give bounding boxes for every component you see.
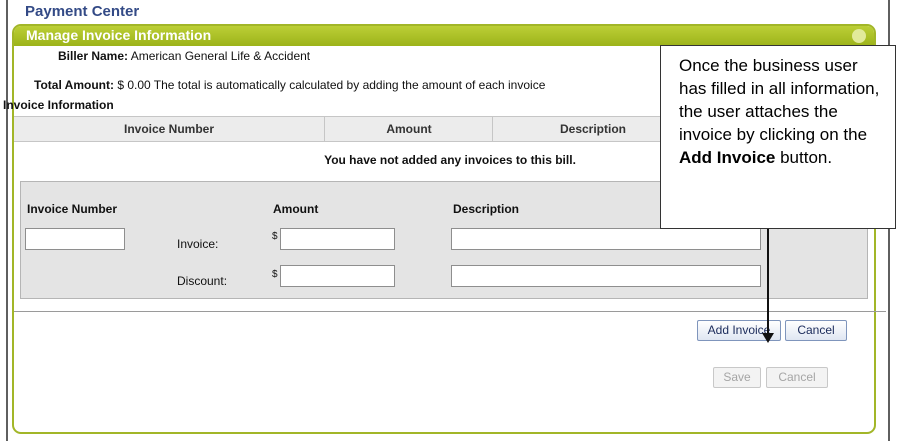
invoice-amount-currency: $ bbox=[272, 231, 278, 242]
panel-header: Manage Invoice Information bbox=[14, 26, 874, 46]
save-button[interactable]: Save bbox=[713, 367, 761, 388]
column-header-amount: Amount bbox=[324, 117, 493, 141]
left-border-rule bbox=[6, 0, 8, 441]
callout-text-start: Once the business user has filled in all… bbox=[679, 56, 880, 144]
discount-amount-input[interactable] bbox=[280, 265, 395, 287]
callout-text-end: button. bbox=[775, 148, 833, 167]
panel-title: Manage Invoice Information bbox=[26, 27, 212, 43]
biller-name-line: Biller Name: American General Life & Acc… bbox=[58, 49, 310, 63]
panel-collapse-icon[interactable] bbox=[852, 29, 866, 43]
instruction-callout: Once the business user has filled in all… bbox=[660, 45, 896, 229]
biller-name-label: Biller Name: bbox=[58, 49, 129, 63]
column-header-invoice-number: Invoice Number bbox=[123, 122, 215, 136]
description-label: Description bbox=[453, 202, 520, 216]
form-divider bbox=[14, 311, 886, 312]
invoice-number-input[interactable] bbox=[25, 228, 125, 250]
amount-label: Amount bbox=[273, 202, 319, 216]
cancel-invoice-button[interactable]: Cancel bbox=[785, 320, 847, 341]
page-title: Payment Center bbox=[25, 3, 140, 20]
discount-amount-currency: $ bbox=[272, 269, 278, 280]
invoice-number-label: Invoice Number bbox=[27, 202, 118, 216]
biller-name-value: American General Life & Accident bbox=[128, 49, 311, 63]
discount-row-label: Discount: bbox=[177, 274, 228, 288]
discount-description-input[interactable] bbox=[451, 265, 761, 287]
invoice-row-label: Invoice: bbox=[177, 237, 219, 251]
invoice-information-label: Invoice Information bbox=[3, 98, 114, 112]
total-amount-line: Total Amount: $ 0.00 The total is automa… bbox=[34, 78, 545, 92]
total-amount-label: Total Amount: bbox=[34, 78, 114, 92]
invoice-description-input[interactable] bbox=[451, 228, 761, 250]
cancel-bill-button[interactable]: Cancel bbox=[766, 367, 828, 388]
callout-arrow-line bbox=[767, 229, 769, 333]
total-amount-value: $ 0.00 The total is automatically calcul… bbox=[113, 78, 546, 92]
invoice-amount-input[interactable] bbox=[280, 228, 395, 250]
callout-arrow-head bbox=[762, 333, 774, 343]
callout-text-bold: Add Invoice bbox=[679, 148, 776, 167]
